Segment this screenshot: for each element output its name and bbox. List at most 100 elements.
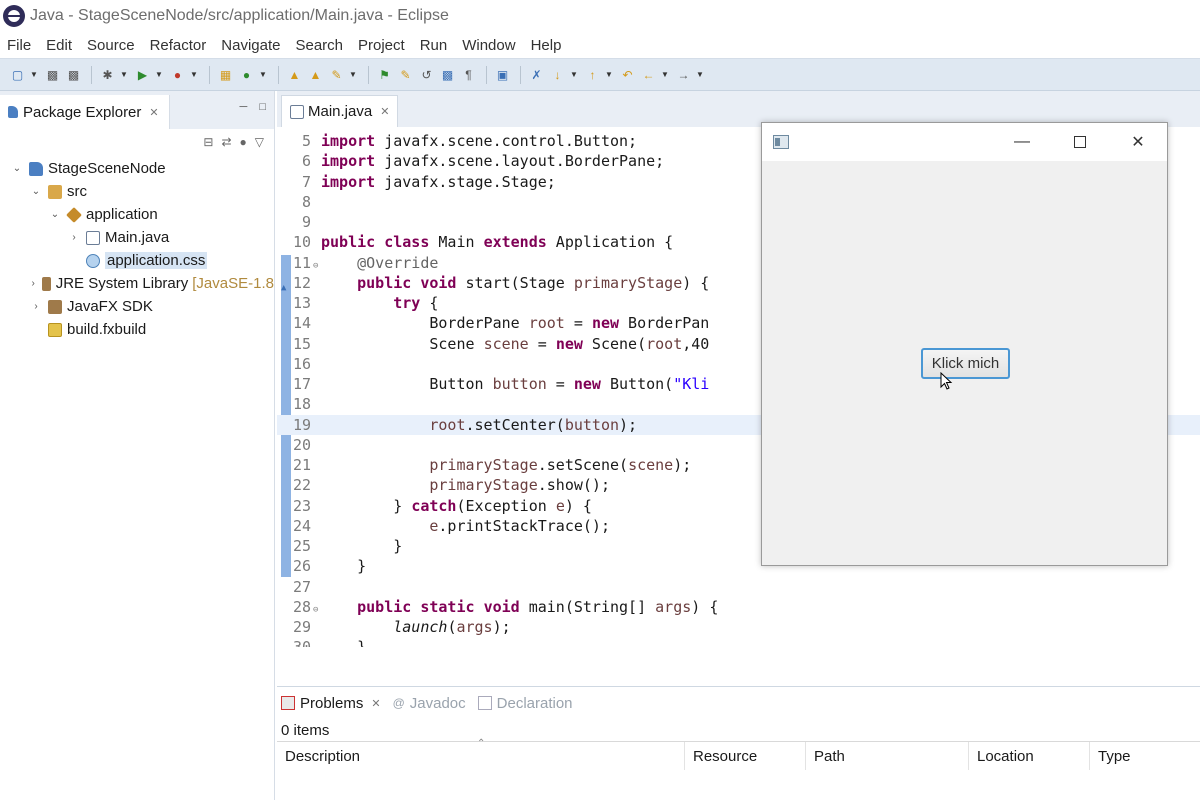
toggle-ant-editor-icon[interactable]: ⚑ <box>375 65 394 84</box>
menu-file[interactable]: File <box>7 37 31 54</box>
console-icon[interactable]: ▣ <box>493 65 512 84</box>
tab-main-java[interactable]: Main.java ✕ <box>281 95 399 127</box>
link-with-editor-icon[interactable]: ⇄ <box>221 135 231 149</box>
search-dropdown-icon[interactable]: ▼ <box>348 65 358 84</box>
chevron-down-icon[interactable]: ⌄ <box>29 186 43 197</box>
line-number: 9 <box>301 213 311 231</box>
new-dropdown-icon[interactable]: ▼ <box>29 65 39 84</box>
code-line[interactable]: 28 ⊖ public static void main(String[] arg… <box>277 597 1200 617</box>
skip-breakpoints-icon[interactable]: ✗ <box>527 65 546 84</box>
run-dropdown-icon[interactable]: ▼ <box>154 65 164 84</box>
menu-project[interactable]: Project <box>358 37 405 54</box>
previous-annotation-dropdown-icon[interactable]: ▼ <box>604 65 614 84</box>
new-java-package-icon[interactable]: ▦ <box>216 65 235 84</box>
external-tools-icon[interactable]: ● <box>168 65 187 84</box>
close-icon[interactable]: ✕ <box>371 697 380 710</box>
column-header-location[interactable]: Location <box>969 742 1090 770</box>
column-header-type[interactable]: Type <box>1090 742 1200 770</box>
column-header-resource[interactable]: Resource <box>685 742 806 770</box>
tree-item-src[interactable]: ⌄ src <box>0 180 274 203</box>
new-java-class-icon[interactable]: ● <box>237 65 256 84</box>
forward-icon[interactable]: → <box>674 65 693 84</box>
tree-item-package[interactable]: ⌄ application <box>0 203 274 226</box>
css-file-icon <box>86 253 100 268</box>
previous-annotation-icon[interactable]: ↑ <box>583 65 602 84</box>
bottom-tabbar: Problems ✕ @ Javadoc Declaration <box>277 687 1200 719</box>
fxbuild-file-icon <box>48 322 62 337</box>
toggle-word-wrap-icon[interactable]: ↺ <box>417 65 436 84</box>
toggle-block-selection-icon[interactable]: ▩ <box>438 65 457 84</box>
toolbar-separator <box>520 65 521 84</box>
save-icon[interactable]: ▩ <box>43 65 62 84</box>
tab-javadoc[interactable]: @ Javadoc <box>393 695 466 712</box>
forward-dropdown-icon[interactable]: ▼ <box>695 65 705 84</box>
tree-label: application <box>86 206 158 223</box>
show-whitespace-icon[interactable]: ¶ <box>459 65 478 84</box>
next-annotation-dropdown-icon[interactable]: ▼ <box>569 65 579 84</box>
new-class-dropdown-icon[interactable]: ▼ <box>258 65 268 84</box>
code-text: } catch(Exception e) { <box>321 496 592 515</box>
menu-navigate[interactable]: Navigate <box>221 37 280 54</box>
menu-window[interactable]: Window <box>462 37 515 54</box>
chevron-right-icon[interactable]: › <box>29 301 43 312</box>
menu-run[interactable]: Run <box>420 37 448 54</box>
debug-icon[interactable]: ✱ <box>98 65 117 84</box>
code-line[interactable]: 27 <box>277 577 1200 597</box>
minimize-icon[interactable]: — <box>993 123 1051 161</box>
back-icon[interactable]: ← <box>639 65 658 84</box>
fx-title-bar[interactable]: — ✕ <box>762 123 1167 161</box>
run-icon[interactable]: ▶ <box>133 65 152 84</box>
tree-item-main-java[interactable]: › Main.java <box>0 226 274 249</box>
chevron-down-icon[interactable]: ⌄ <box>48 209 62 220</box>
eclipse-logo-icon <box>3 5 25 27</box>
last-edit-location-icon[interactable]: ↶ <box>618 65 637 84</box>
chevron-down-icon[interactable]: ⌄ <box>10 163 24 174</box>
sort-up-icon: ⌃ <box>477 738 486 749</box>
open-folder-icon[interactable]: ▲ <box>306 65 325 84</box>
package-explorer-view: Package Explorer ✕ ─ □ ⊟ ⇄ ● ▽ ⌄ StageSc… <box>0 91 275 800</box>
toggle-mark-occurrences-icon[interactable]: ✎ <box>396 65 415 84</box>
menu-search[interactable]: Search <box>295 37 343 54</box>
collapse-all-icon[interactable]: ⊟ <box>203 135 213 149</box>
close-icon[interactable]: ✕ <box>1109 123 1167 161</box>
close-icon[interactable]: ✕ <box>149 106 158 119</box>
back-dropdown-icon[interactable]: ▼ <box>660 65 670 84</box>
external-tools-dropdown-icon[interactable]: ▼ <box>189 65 199 84</box>
new-icon[interactable]: ▢ <box>8 65 27 84</box>
tab-problems[interactable]: Problems ✕ <box>281 695 381 712</box>
toolbar-separator <box>368 65 369 84</box>
save-all-icon[interactable]: ▩ <box>64 65 83 84</box>
open-type-icon[interactable]: ▲ <box>285 65 304 84</box>
menu-refactor[interactable]: Refactor <box>150 37 207 54</box>
focus-on-task-icon[interactable]: ● <box>240 135 247 149</box>
package-explorer-toolbar: ⊟ ⇄ ● ▽ <box>0 129 274 155</box>
tab-package-explorer[interactable]: Package Explorer ✕ <box>0 95 170 129</box>
column-header-description[interactable]: Description ⌃ <box>277 738 685 770</box>
tree-item-javafx-sdk[interactable]: › JavaFX SDK <box>0 295 274 318</box>
next-annotation-icon[interactable]: ↓ <box>548 65 567 84</box>
view-menu-icon[interactable]: ▽ <box>255 135 264 149</box>
close-icon[interactable]: ✕ <box>380 105 389 118</box>
tree-item-project[interactable]: ⌄ StageSceneNode <box>0 157 274 180</box>
tree-item-application-css[interactable]: application.css <box>0 249 274 272</box>
chevron-right-icon[interactable]: › <box>29 278 37 289</box>
column-header-path[interactable]: Path <box>806 742 969 770</box>
tree-item-build-fxbuild[interactable]: build.fxbuild <box>0 318 274 341</box>
menu-help[interactable]: Help <box>531 37 562 54</box>
maximize-icon[interactable] <box>1051 123 1109 161</box>
klick-mich-button[interactable]: Klick mich <box>921 348 1010 379</box>
tab-declaration[interactable]: Declaration <box>477 695 573 712</box>
line-number: 14 <box>292 314 311 333</box>
code-line[interactable]: 29 launch(args); <box>277 617 1200 637</box>
chevron-right-icon[interactable]: › <box>67 232 81 243</box>
toolbar-separator <box>486 65 487 84</box>
debug-dropdown-icon[interactable]: ▼ <box>119 65 129 84</box>
minimize-view-icon[interactable]: ─ <box>240 101 248 113</box>
menu-edit[interactable]: Edit <box>46 37 72 54</box>
search-icon[interactable]: ✎ <box>327 65 346 84</box>
tree-item-jre-library[interactable]: › JRE System Library [JavaSE-1.8 <box>0 272 274 295</box>
code-text: e.printStackTrace(); <box>429 516 610 535</box>
menu-source[interactable]: Source <box>87 37 135 54</box>
maximize-view-icon[interactable]: □ <box>259 101 266 113</box>
code-line[interactable]: 30 } <box>277 637 1200 647</box>
